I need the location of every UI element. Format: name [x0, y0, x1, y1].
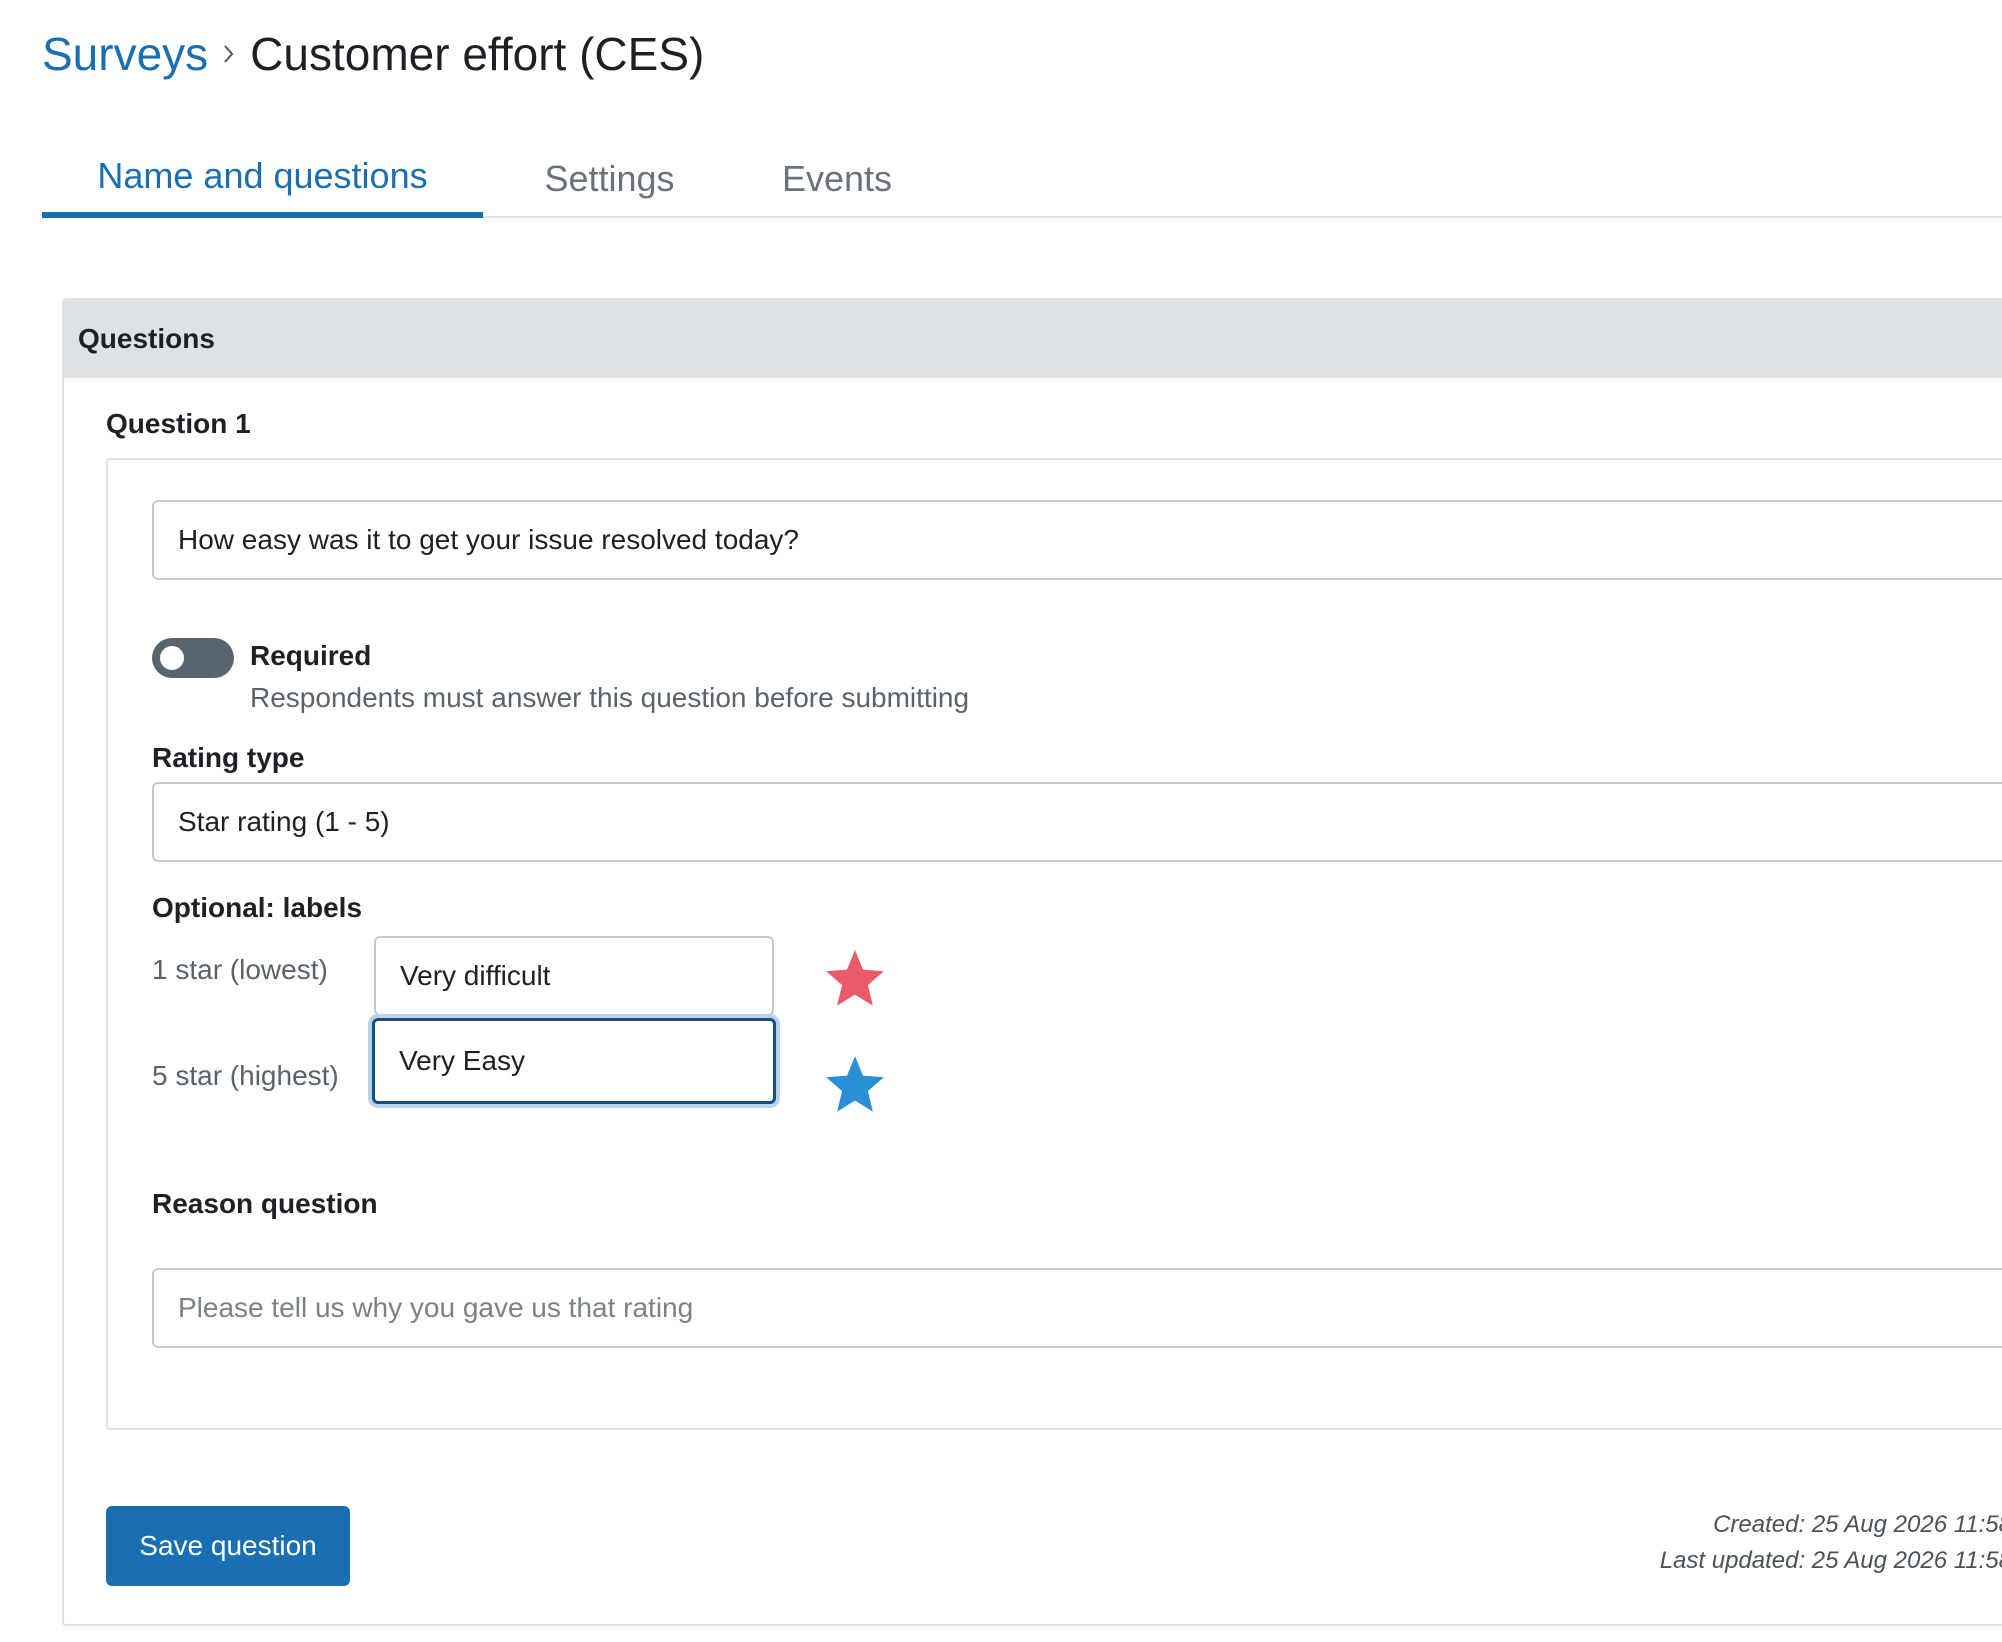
star-icon: [826, 950, 884, 1006]
required-toggle[interactable]: [152, 638, 234, 678]
questions-card: Questions Question 1 Required Respondent…: [62, 298, 2002, 1626]
tab-name-and-questions[interactable]: Name and questions: [42, 140, 483, 218]
save-question-button[interactable]: Save question: [106, 1506, 350, 1586]
question-box: Required Respondents must answer this qu…: [106, 458, 2002, 1430]
required-help-text: Respondents must answer this question be…: [250, 682, 970, 713]
chevron-right-icon: [222, 43, 236, 65]
breadcrumb-surveys-link[interactable]: Surveys: [42, 27, 208, 81]
required-label: Required: [250, 640, 372, 671]
tab-bar: Name and questions Settings Events: [42, 140, 2002, 218]
rating-type-select[interactable]: [152, 782, 2002, 862]
reason-question-input[interactable]: [152, 1268, 2002, 1348]
created-timestamp: Created: 25 Aug 2026 11:58: [1713, 1511, 2002, 1538]
question-text-input[interactable]: [152, 500, 2002, 580]
page-title: Customer effort (CES): [250, 28, 705, 80]
breadcrumb: Surveys Customer effort (CES): [42, 22, 704, 86]
optional-labels-heading: Optional: labels: [152, 892, 363, 923]
rating-type-label: Rating type: [152, 742, 305, 773]
high-star-label: 5 star (highest): [152, 1060, 339, 1091]
tab-events[interactable]: Events: [755, 140, 919, 218]
last-updated-timestamp: Last updated: 25 Aug 2026 11:58: [1659, 1547, 2002, 1574]
questions-card-header: Questions: [64, 300, 2002, 378]
reason-question-label: Reason question: [152, 1188, 378, 1219]
question-heading: Question 1: [106, 408, 251, 439]
tab-settings[interactable]: Settings: [524, 140, 695, 218]
high-star-input[interactable]: [372, 1018, 776, 1104]
low-star-label: 1 star (lowest): [152, 954, 328, 985]
star-icon: [826, 1056, 884, 1112]
low-star-input[interactable]: [374, 936, 774, 1016]
toggle-knob: [160, 646, 184, 670]
